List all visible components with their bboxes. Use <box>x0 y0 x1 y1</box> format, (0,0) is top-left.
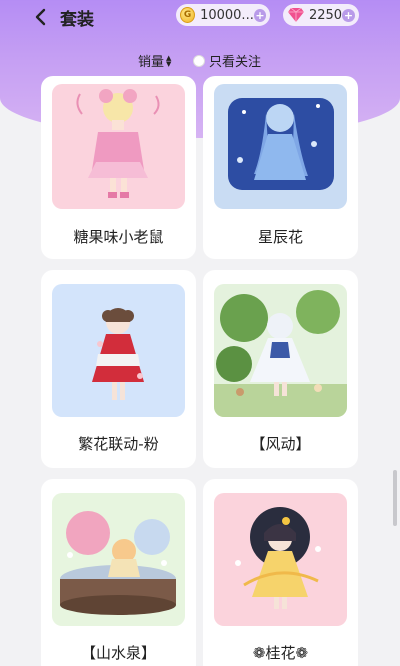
pink-gem-icon <box>287 7 304 22</box>
top-bar: 套装 G 10000... + 2250 + <box>0 0 400 34</box>
outfit-name: 【风动】 <box>250 435 311 453</box>
outfit-thumbnail <box>214 284 347 417</box>
add-gold-button[interactable]: + <box>253 8 266 22</box>
filter-bar: 销量 ▲ ▼ 只看关注 <box>0 50 400 70</box>
back-button[interactable] <box>30 6 52 28</box>
page-title: 套装 <box>60 10 94 30</box>
outfit-thumbnail <box>214 493 347 626</box>
add-gem-button[interactable]: + <box>342 8 355 22</box>
outfit-thumbnail <box>52 84 185 209</box>
radio-icon <box>193 54 205 67</box>
outfit-thumbnail <box>214 84 347 209</box>
outfit-name: ❁桂花❁ <box>252 644 309 662</box>
sort-label: 销量 <box>138 55 165 70</box>
outfit-card[interactable]: ❁桂花❁ <box>203 479 358 666</box>
outfit-name: 糖果味小老鼠 <box>73 228 164 246</box>
outfit-thumbnail <box>52 493 185 626</box>
outfit-grid: 糖果味小老鼠 星辰花 繁花联动-粉 【风动】 【山水泉】 ❁桂花❁ <box>0 0 400 666</box>
follow-label: 只看关注 <box>209 55 262 70</box>
chevron-left-icon <box>35 8 46 26</box>
sort-by-sales-button[interactable]: 销量 ▲ ▼ <box>138 51 171 70</box>
outfit-card[interactable]: 繁花联动-粉 <box>41 270 196 468</box>
gem-amount: 2250 <box>308 7 343 23</box>
scrollbar[interactable] <box>393 470 397 526</box>
outfit-card[interactable]: 【山水泉】 <box>41 479 196 666</box>
outfit-name: 星辰花 <box>257 228 303 246</box>
gold-amount: 10000... <box>200 7 254 23</box>
outfit-card[interactable]: 星辰花 <box>203 76 358 259</box>
gold-coin-icon: G <box>180 7 196 23</box>
gold-balance[interactable]: G 10000... + <box>176 4 270 26</box>
outfit-card[interactable]: 糖果味小老鼠 <box>41 76 196 259</box>
follow-only-toggle[interactable]: 只看关注 <box>193 51 261 70</box>
outfit-thumbnail <box>52 284 185 417</box>
outfit-name: 【山水泉】 <box>80 644 156 662</box>
sort-arrows-icon: ▲ ▼ <box>166 53 172 68</box>
outfit-name: 繁花联动-粉 <box>78 435 159 453</box>
outfit-card[interactable]: 【风动】 <box>203 270 358 468</box>
gem-balance[interactable]: 2250 + <box>283 4 359 26</box>
